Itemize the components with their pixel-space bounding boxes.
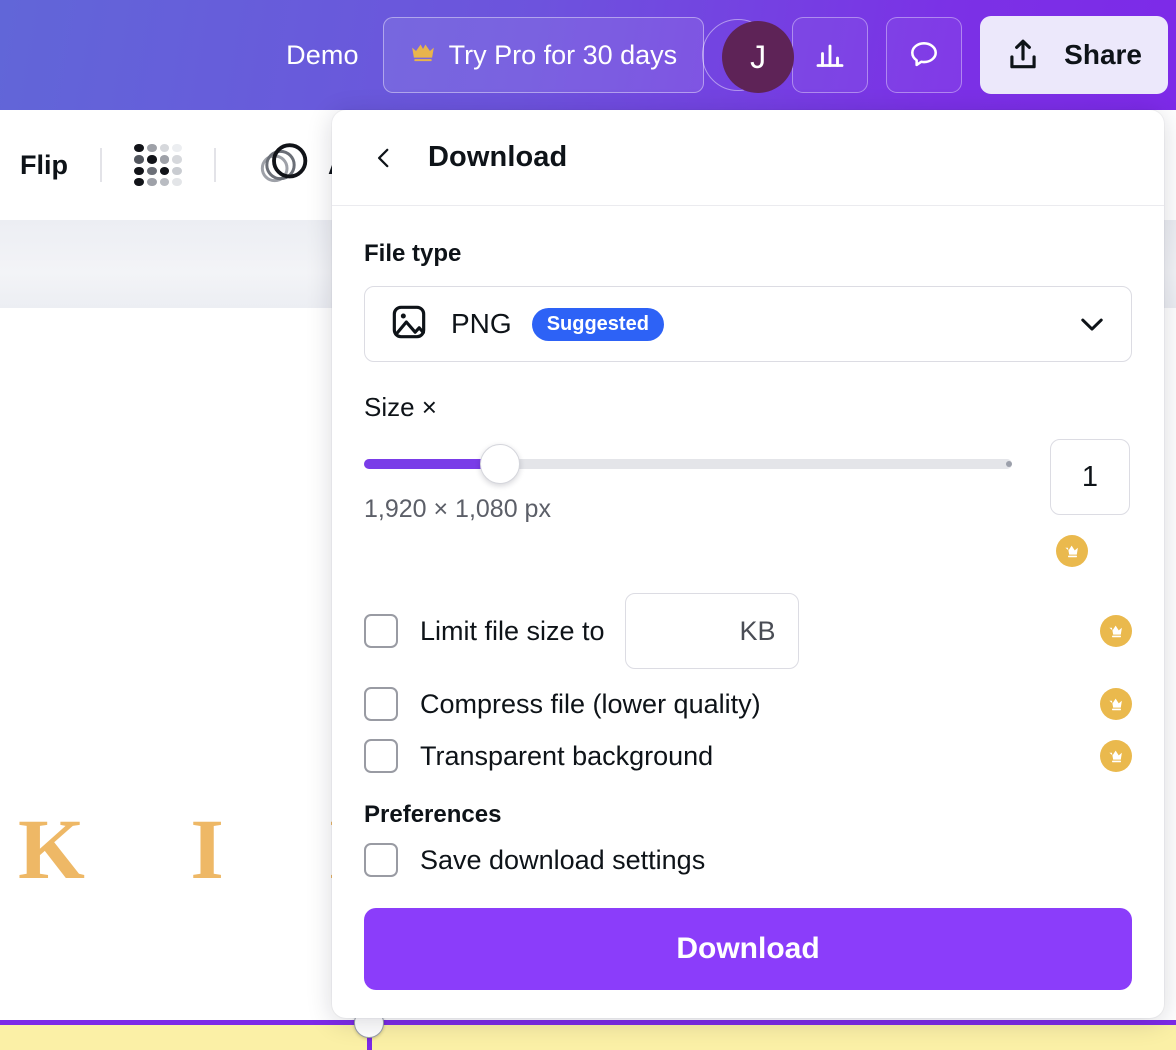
crown-icon	[410, 42, 436, 68]
transparent-background-label: Transparent background	[420, 740, 714, 771]
comment-bubble-icon	[911, 42, 938, 67]
flip-button[interactable]: Flip	[20, 150, 68, 181]
transparent-background-checkbox[interactable]	[364, 739, 398, 773]
bar-chart-icon	[816, 44, 844, 67]
limit-file-size-label: Limit file size to	[420, 615, 605, 646]
options-list: Limit file size to KB Compress file (low…	[364, 593, 1132, 773]
option-row-compress-file: Compress file (lower quality)	[364, 687, 1132, 721]
size-slider-row: 1,920 × 1,080 px 1	[364, 439, 1132, 567]
panel-body: File type PNG Suggested Size × 1,920 × 1…	[332, 206, 1164, 886]
top-bar: Demo Try Pro for 30 days J Share	[0, 0, 1176, 110]
upload-share-icon	[1010, 39, 1036, 69]
limit-file-size-checkbox[interactable]	[364, 614, 398, 648]
comments-button[interactable]	[886, 17, 963, 93]
canva-editor-screen: Demo Try Pro for 30 days J Share Flip K …	[0, 0, 1176, 1050]
collaborators-group: J	[702, 19, 795, 93]
size-label: Size ×	[364, 392, 437, 422]
try-pro-button[interactable]: Try Pro for 30 days	[382, 17, 705, 93]
file-type-select[interactable]: PNG Suggested	[364, 286, 1132, 362]
crown-badge-icon	[1100, 740, 1132, 772]
suggested-badge: Suggested	[531, 307, 664, 341]
panel-title: Download	[428, 141, 568, 173]
download-panel: Download File type PNG Suggested Size × …	[332, 110, 1164, 1018]
canvas-yellow-band	[0, 1025, 1176, 1050]
preferences-section-label: Preferences	[364, 801, 502, 828]
crown-badge-icon	[1056, 535, 1088, 567]
file-size-kb-input[interactable]: KB	[624, 593, 799, 669]
size-multiplier-input[interactable]: 1	[1050, 439, 1130, 515]
try-pro-label: Try Pro for 30 days	[448, 39, 678, 70]
demo-label: Demo	[286, 39, 359, 70]
size-slider-tick	[1005, 461, 1012, 467]
image-file-icon	[389, 302, 429, 347]
panel-header: Download	[332, 110, 1164, 206]
size-slider-track[interactable]	[364, 444, 1012, 484]
toolbar-divider-2	[214, 148, 216, 182]
toolbar-divider-1	[100, 148, 102, 182]
chevron-down-icon[interactable]	[1075, 307, 1109, 341]
file-type-value: PNG	[451, 308, 512, 339]
checkerboard-transparency-icon[interactable]	[134, 144, 182, 186]
avatar[interactable]: J	[722, 21, 795, 93]
option-row-save-download-settings: Save download settings	[364, 843, 1132, 877]
size-slider-area: 1,920 × 1,080 px	[364, 439, 1014, 524]
avatar-initial: J	[750, 38, 767, 75]
panel-footer: Download	[332, 886, 1164, 1018]
compress-file-label: Compress file (lower quality)	[420, 688, 761, 719]
option-row-limit-file-size: Limit file size to KB	[364, 593, 1132, 669]
compress-file-checkbox[interactable]	[364, 687, 398, 721]
insights-button[interactable]	[792, 17, 869, 93]
file-type-section-label: File type	[364, 240, 462, 267]
crown-badge-icon	[1100, 688, 1132, 720]
crown-badge-icon	[1100, 615, 1132, 647]
save-download-settings-label: Save download settings	[420, 844, 706, 875]
size-value-column: 1	[1014, 439, 1130, 567]
output-dimensions: 1,920 × 1,080 px	[364, 495, 551, 523]
share-button[interactable]: Share	[980, 16, 1168, 94]
share-label: Share	[1064, 39, 1142, 70]
animate-circles-icon[interactable]	[256, 140, 310, 190]
option-row-transparent-background: Transparent background	[364, 739, 1132, 773]
download-button[interactable]: Download	[364, 908, 1132, 990]
chevron-left-icon	[377, 148, 389, 167]
save-download-settings-checkbox[interactable]	[364, 843, 398, 877]
size-slider-thumb[interactable]	[480, 444, 521, 484]
back-button[interactable]	[364, 138, 404, 178]
